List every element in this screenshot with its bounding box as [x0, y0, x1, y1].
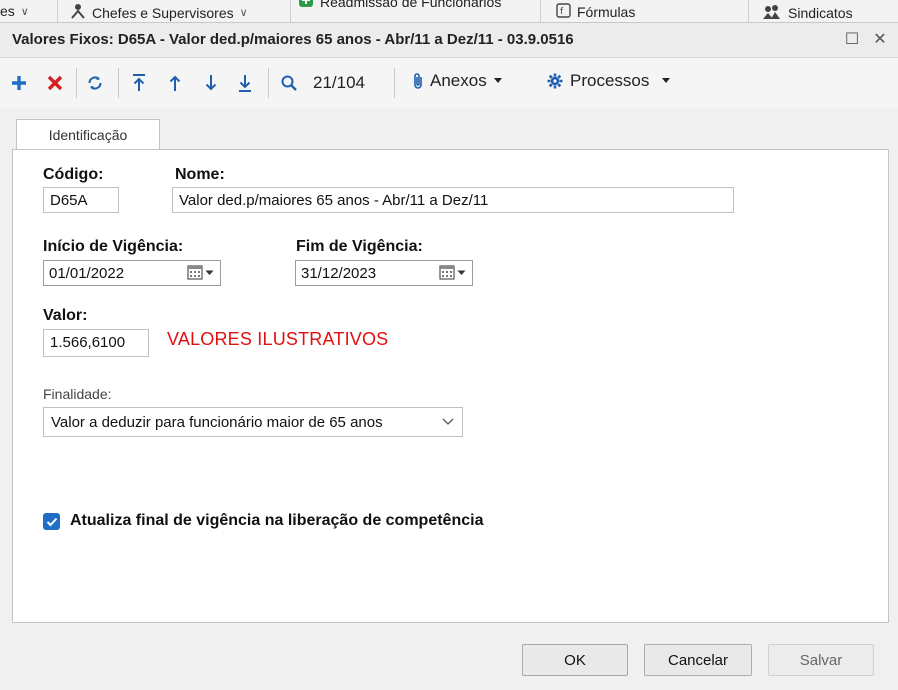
caret-down-icon	[493, 78, 502, 83]
caret-down-icon	[662, 78, 671, 83]
tab-label: Identificação	[48, 127, 128, 143]
ribbon-item-label: Fórmulas	[577, 4, 636, 20]
atualiza-vigencia-checkbox[interactable]	[43, 513, 60, 530]
dialog-title: Valores Fixos: D65A - Valor ded.p/maiore…	[12, 31, 574, 48]
ribbon-item-label: es	[0, 3, 15, 19]
add-button[interactable]	[8, 70, 30, 96]
caret-down-icon	[457, 270, 466, 275]
ribbon-item-chefes[interactable]: Chefes e Supervisores ∨	[70, 3, 248, 22]
toolbar-separator	[76, 68, 77, 98]
ribbon-separator	[540, 0, 541, 22]
dialog-titlebar[interactable]: Valores Fixos: D65A - Valor ded.p/maiore…	[0, 23, 898, 58]
formula-icon: f	[556, 3, 571, 21]
toolbar-separator	[118, 68, 119, 98]
delete-icon	[47, 75, 63, 91]
inicio-vigencia-value: 01/01/2022	[49, 265, 125, 282]
ribbon-item-partial[interactable]: es ∨	[0, 3, 29, 19]
tab-identificacao[interactable]: Identificação	[16, 119, 160, 150]
checkmark-icon	[46, 517, 57, 526]
nome-input[interactable]: Valor ded.p/maiores 65 anos - Abr/11 a D…	[172, 187, 734, 213]
first-record-icon	[133, 74, 145, 91]
calendar-icon	[187, 265, 203, 280]
calendar-dropdown-button[interactable]	[187, 265, 214, 280]
cancel-button[interactable]: Cancelar	[644, 644, 752, 676]
nome-label: Nome:	[175, 166, 225, 184]
previous-record-button[interactable]	[164, 70, 186, 96]
ribbon-item-label: Chefes e Supervisores	[92, 4, 234, 21]
union-icon	[762, 3, 782, 22]
ribbon-separator	[290, 0, 291, 22]
refresh-button[interactable]	[84, 70, 106, 96]
status-strip	[0, 684, 898, 690]
first-record-button[interactable]	[128, 70, 150, 96]
save-button[interactable]: Salvar	[768, 644, 874, 676]
caret-down-icon	[205, 270, 214, 275]
ribbon-separator	[748, 0, 749, 22]
chevron-down-icon	[442, 418, 454, 425]
illustrative-values-note: VALORES ILUSTRATIVOS	[167, 329, 389, 349]
processes-menu-button[interactable]: Processos	[546, 71, 671, 91]
processes-label: Processos	[570, 71, 650, 90]
codigo-label: Código:	[43, 166, 103, 184]
fim-vigencia-label: Fim de Vigência:	[296, 238, 423, 256]
toolbar-separator	[394, 68, 395, 98]
valor-label-text: Valor:	[43, 307, 88, 324]
valor-label: Valor:	[43, 307, 87, 325]
finalidade-label: Finalidade:	[43, 386, 112, 402]
next-record-button[interactable]	[200, 70, 222, 96]
attachments-label: Anexos	[430, 71, 487, 90]
inicio-vigencia-label-text: Início de Vigência:	[43, 238, 184, 255]
ribbon-item-label: Sindicatos	[788, 4, 853, 21]
maximize-icon: ☐	[844, 31, 860, 48]
record-toolbar: 21/104 Anexos Processos	[0, 58, 898, 108]
ok-button[interactable]: OK	[522, 644, 628, 676]
toolbar-separator	[268, 68, 269, 98]
finalidade-select[interactable]: Valor a deduzir para funcionário maior d…	[43, 407, 463, 437]
next-record-icon	[205, 75, 217, 91]
search-icon	[281, 75, 297, 91]
fim-vigencia-value: 31/12/2023	[301, 265, 377, 282]
fim-vigencia-datepicker[interactable]: 31/12/2023	[295, 260, 473, 286]
valor-input[interactable]: 1.566,6100	[43, 329, 149, 357]
people-icon	[70, 3, 86, 22]
ribbon-item-sindicatos[interactable]: Sindicatos	[762, 3, 853, 22]
finalidade-selected-value: Valor a deduzir para funcionário maior d…	[51, 414, 383, 431]
ribbon-separator	[57, 0, 58, 22]
gear-icon	[547, 73, 563, 89]
codigo-label-text: Código:	[43, 166, 104, 183]
refresh-icon	[88, 76, 102, 90]
identificacao-panel: Código: D65A Nome: Valor ded.p/maiores 6…	[12, 149, 889, 623]
ribbon-item-formulas[interactable]: f Fórmulas	[556, 3, 635, 21]
previous-record-icon	[169, 75, 181, 91]
maximize-button[interactable]: ☐	[842, 29, 862, 49]
background-ribbon: es ∨ Chefes e Supervisores ∨ Readmissão …	[0, 0, 898, 23]
last-record-button[interactable]	[234, 70, 256, 96]
delete-button[interactable]	[44, 70, 66, 96]
calendar-dropdown-button[interactable]	[439, 265, 466, 280]
inicio-vigencia-label: Início de Vigência:	[43, 238, 183, 256]
svg-text:f: f	[560, 7, 564, 17]
calendar-icon	[439, 265, 455, 280]
add-user-icon	[298, 0, 314, 11]
add-icon	[12, 76, 26, 90]
search-button[interactable]	[278, 70, 300, 96]
close-button[interactable]: ✕	[870, 29, 890, 49]
fim-vigencia-label-text: Fim de Vigência:	[296, 238, 423, 255]
attachments-menu-button[interactable]: Anexos	[412, 71, 503, 91]
valores-fixos-dialog: Valores Fixos: D65A - Valor ded.p/maiore…	[0, 22, 898, 685]
chevron-down-icon: ∨	[239, 7, 248, 19]
ribbon-item-label: Readmissão de Funcionários	[320, 0, 502, 10]
inicio-vigencia-datepicker[interactable]: 01/01/2022	[43, 260, 221, 286]
codigo-input[interactable]: D65A	[43, 187, 119, 213]
nome-label-text: Nome:	[175, 166, 225, 183]
close-icon: ✕	[873, 31, 887, 48]
chevron-down-icon: ∨	[20, 5, 29, 18]
paperclip-icon	[414, 73, 422, 89]
record-counter: 21/104	[313, 73, 365, 92]
atualiza-vigencia-label[interactable]: Atualiza final de vigência na liberação …	[70, 512, 483, 530]
ribbon-item-readmissao[interactable]: Readmissão de Funcionários	[298, 0, 501, 11]
last-record-icon	[239, 75, 251, 92]
